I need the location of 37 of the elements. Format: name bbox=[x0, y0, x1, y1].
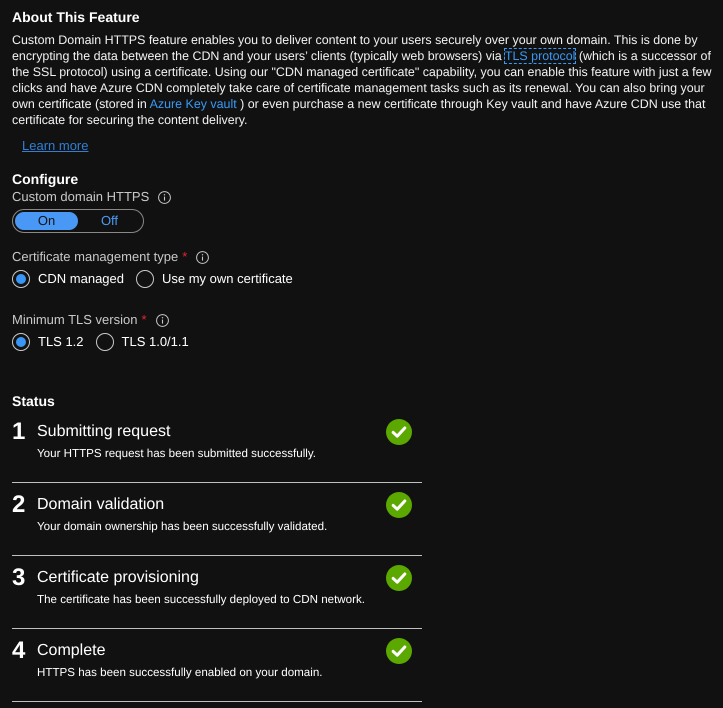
field-label: Certificate management type bbox=[12, 249, 178, 265]
field-label: Custom domain HTTPS bbox=[12, 189, 150, 205]
info-icon[interactable] bbox=[196, 250, 210, 264]
step-description: HTTPS has been successfully enabled on your domain. bbox=[37, 665, 322, 681]
field-label: Minimum TLS version bbox=[12, 312, 138, 328]
radio-icon[interactable] bbox=[96, 333, 114, 351]
learn-more-link[interactable]: Learn more bbox=[22, 138, 88, 154]
inline-link[interactable]: TLS protocol bbox=[504, 49, 576, 63]
info-icon[interactable] bbox=[158, 190, 172, 204]
radio-option[interactable]: TLS 1.2 bbox=[12, 333, 84, 351]
required-mark: * bbox=[182, 249, 188, 265]
radio-icon[interactable] bbox=[136, 270, 154, 288]
radio-option[interactable]: CDN managed bbox=[12, 270, 124, 288]
step-title: Domain validation bbox=[37, 495, 164, 515]
radio-icon[interactable] bbox=[12, 333, 30, 351]
step-description: Your domain ownership has been successfully validated. bbox=[37, 519, 328, 535]
step-number: 2 bbox=[12, 495, 26, 515]
feature-description: Custom Domain HTTPS feature enables you to deliver content to your users securely over your own domain. This is done by encrypting the data between the CDN and your users’ clients (typically web browsers) via TLS protocol (which is a successor of the SSL protocol) using a certificate. Using our "CDN managed certificate" capability, you can enable this feature with just a few clicks and have Azure CDN completely take care of certificate management tasks such as its renewal. You can also bring your own certificate (stored in Azure Key vault ) or even purchase a new certificate through Key vault and have Azure CDN use that certificate for securing the content delivery. bbox=[12, 32, 712, 128]
info-icon[interactable] bbox=[156, 314, 169, 326]
inline-link[interactable]: Azure Key vault bbox=[150, 97, 237, 111]
toggle-option[interactable]: Off bbox=[78, 212, 141, 230]
step-title: Complete bbox=[37, 641, 106, 661]
section-title: Configure bbox=[12, 171, 78, 187]
section-title: Status bbox=[12, 393, 55, 409]
step-description: Your HTTPS request has been submitted successfully. bbox=[37, 446, 316, 462]
toggle-option[interactable]: On bbox=[15, 212, 78, 230]
step-title: Certificate provisioning bbox=[37, 568, 199, 588]
radio-option[interactable]: Use my own certificate bbox=[136, 270, 293, 288]
step-title: Submitting request bbox=[37, 422, 170, 442]
step-description: The certificate has been successfully deployed to CDN network. bbox=[37, 592, 366, 608]
step-number: 3 bbox=[12, 568, 26, 588]
radio-icon[interactable] bbox=[12, 270, 30, 288]
step-number: 1 bbox=[12, 422, 26, 442]
required-mark: * bbox=[141, 312, 147, 328]
radio-option[interactable]: TLS 1.0/1.1 bbox=[96, 333, 189, 351]
step-number: 4 bbox=[12, 641, 26, 661]
section-title: About This Feature bbox=[12, 9, 140, 25]
